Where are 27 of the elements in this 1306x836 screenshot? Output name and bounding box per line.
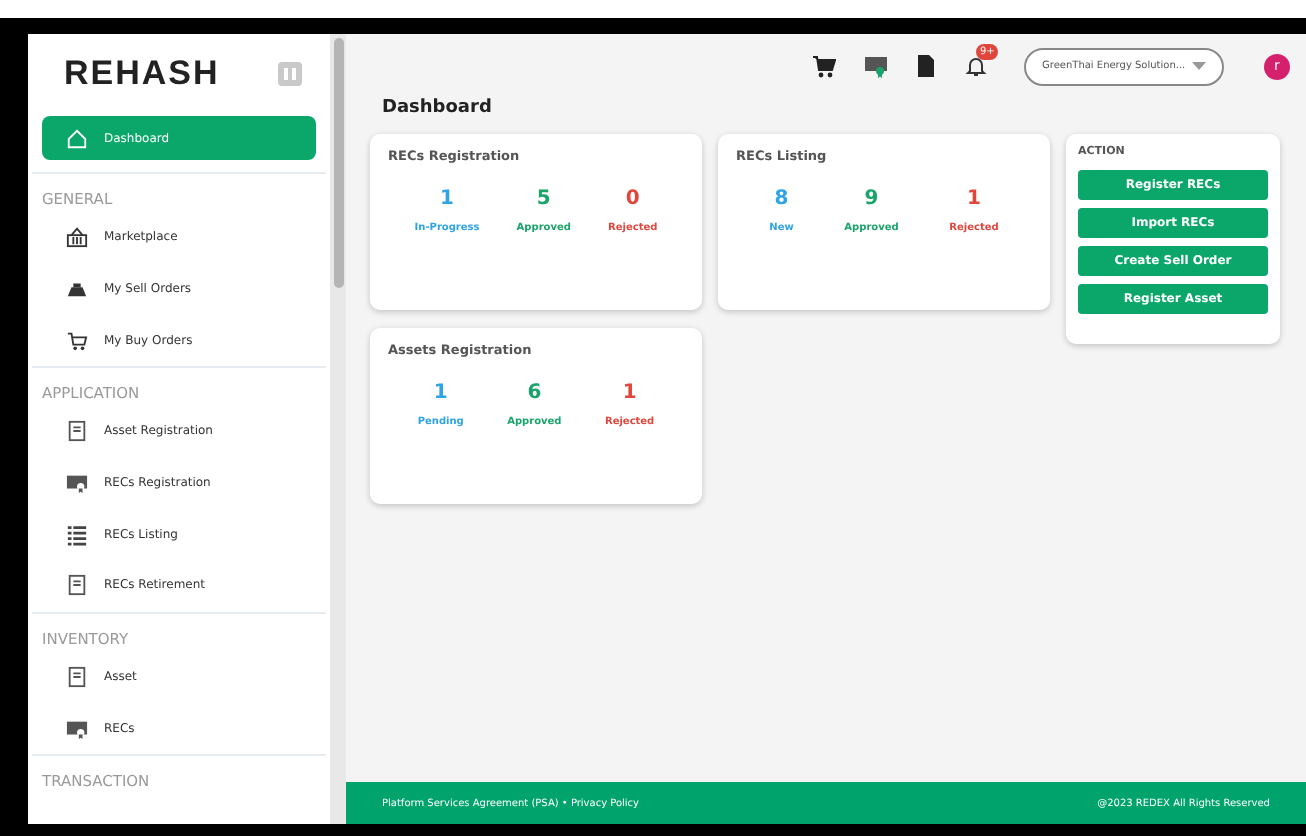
document-icon [66, 666, 88, 689]
stat-value: 1 [440, 188, 454, 210]
cart-icon [66, 329, 88, 352]
caret-icon [1192, 62, 1206, 70]
scrollbar[interactable] [330, 34, 346, 824]
home-icon [66, 127, 88, 149]
certificate-icon[interactable] [864, 54, 888, 78]
certificate-icon [66, 472, 88, 495]
stack-icon [66, 278, 88, 301]
logo: REHASH [64, 54, 220, 94]
stat-value: 0 [625, 188, 640, 210]
certificate-icon [66, 717, 88, 740]
basket-icon [66, 226, 88, 249]
stat-value: 1 [433, 382, 448, 404]
page-title: Dashboard [382, 98, 494, 118]
cart-icon[interactable] [812, 54, 836, 78]
stat-value: 1 [622, 382, 637, 404]
stat-value: 8 [774, 188, 789, 210]
stat-value: 6 [527, 382, 542, 404]
list-icon [66, 523, 88, 546]
document-icon[interactable] [916, 54, 936, 78]
stat-value: 9 [864, 188, 879, 210]
bell-icon[interactable] [964, 54, 988, 78]
stat-value: 5 [536, 188, 551, 210]
stat-value: 1 [967, 188, 981, 210]
document-icon [66, 420, 88, 443]
document-icon [66, 574, 88, 597]
